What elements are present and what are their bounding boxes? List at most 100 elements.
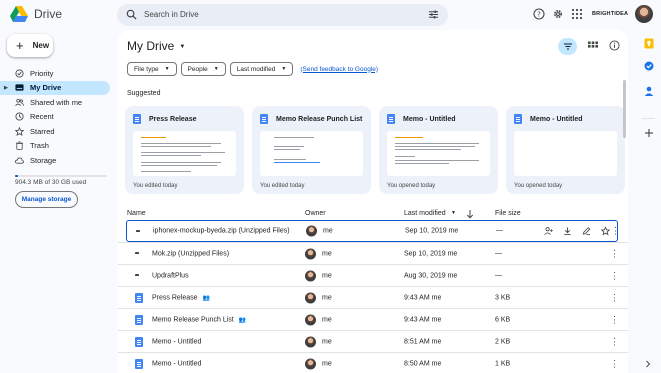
search-options-icon[interactable]: [428, 9, 439, 20]
file-owner: me: [305, 314, 332, 325]
column-last-modified[interactable]: Last modified: [404, 210, 446, 217]
sidebar-item-starred[interactable]: Starred: [0, 124, 112, 139]
column-owner[interactable]: Owner: [305, 210, 326, 217]
owner-name: me: [322, 250, 332, 257]
suggested-card[interactable]: Press Release You edited today: [125, 106, 244, 194]
shared-with-me-icon: [15, 98, 24, 106]
card-header: Memo Release Punch List: [260, 114, 362, 124]
card-activity: You opened today: [387, 183, 436, 189]
table-row[interactable]: Memo - Untitled me 8:50 AM me 1 KB ⋮: [118, 352, 628, 373]
sidebar-item-shared-with-me[interactable]: Shared with me: [0, 95, 112, 110]
keep-notes-icon[interactable]: [644, 38, 654, 49]
table-row[interactable]: Press Release 👥 me 9:43 AM me 3 KB ⋮: [118, 286, 628, 308]
card-activity: You edited today: [260, 183, 305, 189]
cloud-icon: [15, 157, 24, 164]
file-modified: Sep 10, 2019 me: [405, 227, 459, 235]
file-name: iphonex-mockup-byeda.zip (Unzipped Files…: [153, 228, 290, 235]
help-icon[interactable]: ?: [533, 8, 545, 20]
storage-usage-text: 904.3 MB of 30 GB used: [15, 179, 87, 186]
plus-icon: +: [16, 38, 24, 53]
column-name[interactable]: Name: [127, 210, 146, 217]
owner-avatar: [305, 270, 316, 281]
page-title: My Drive: [127, 39, 175, 53]
expand-caret-icon[interactable]: ▶: [4, 85, 8, 91]
search-icon[interactable]: [126, 9, 137, 20]
file-name: Memo - Untitled: [152, 338, 201, 345]
file-name: UpdraftPlus: [152, 272, 189, 279]
chevron-down-icon: ▼: [164, 66, 170, 72]
new-button[interactable]: + New: [7, 34, 53, 57]
info-icon[interactable]: [609, 40, 620, 51]
sidebar-item-priority[interactable]: Priority: [0, 66, 112, 81]
filter-file-type[interactable]: File type ▼: [127, 62, 177, 76]
star-icon[interactable]: [601, 226, 610, 236]
search-input[interactable]: Search in Drive: [144, 10, 199, 19]
rename-pencil-icon[interactable]: [582, 227, 591, 236]
contacts-icon[interactable]: [644, 86, 654, 96]
table-row[interactable]: UpdraftPlus me Aug 30, 2019 me — ⋮: [118, 264, 628, 286]
star-icon: [15, 126, 24, 136]
clock-icon: [15, 112, 24, 121]
file-size: 2 KB: [495, 338, 511, 345]
google-doc-icon: [135, 292, 143, 303]
settings-gear-icon[interactable]: [552, 8, 564, 20]
grid-view-icon[interactable]: [588, 41, 598, 51]
more-actions-icon[interactable]: ⋮: [611, 226, 620, 237]
owner-avatar: [305, 314, 316, 325]
suggested-card[interactable]: Memo - Untitled You opened today: [379, 106, 498, 194]
send-feedback-link[interactable]: (Send feedback to Google): [300, 66, 378, 73]
drive-logo-link[interactable]: Drive: [10, 6, 62, 22]
sidebar-item-label: Recent: [30, 112, 54, 122]
filter-last-modified[interactable]: Last modified ▼: [229, 62, 294, 76]
google-doc-icon: [260, 114, 268, 124]
owner-name: me: [322, 272, 332, 279]
filter-bar: File type ▼ People ▼ Last modified ▼ (Se…: [127, 62, 378, 76]
filter-label: Last modified: [236, 65, 276, 73]
sort-direction-arrow-icon[interactable]: [466, 209, 474, 219]
chevron-down-icon: ▼: [281, 66, 287, 72]
more-actions-icon[interactable]: ⋮: [610, 292, 619, 303]
more-actions-icon[interactable]: ⋮: [610, 314, 619, 325]
check-list-icon: [563, 43, 572, 50]
manage-storage-button[interactable]: Manage storage: [15, 191, 78, 208]
file-owner: me: [305, 270, 332, 281]
owner-avatar: [305, 358, 316, 369]
google-doc-icon: [135, 314, 143, 325]
owner-name: me: [322, 316, 332, 323]
sidebar-item-recent[interactable]: Recent: [0, 110, 112, 125]
main-scrollbar[interactable]: [623, 80, 626, 138]
sort-dropdown-icon[interactable]: ▼: [451, 210, 456, 216]
sidebar-item-trash[interactable]: Trash: [0, 139, 112, 154]
google-doc-icon: [133, 114, 141, 124]
tasks-icon[interactable]: [644, 61, 654, 71]
apps-grid-icon[interactable]: [571, 8, 583, 20]
table-row[interactable]: Mok.zip (Unzipped Files) me Sep 10, 2019…: [118, 242, 628, 264]
suggested-card[interactable]: Memo Release Punch List You edited today: [252, 106, 371, 194]
suggested-card[interactable]: Memo - Untitled You opened today: [506, 106, 625, 194]
table-row[interactable]: iphonex-mockup-byeda.zip (Unzipped Files…: [126, 220, 620, 242]
sidebar-nav: Priority ▶ My Drive Shared with me Recen…: [0, 66, 112, 168]
sidebar-item-my-drive[interactable]: ▶ My Drive: [0, 80, 110, 95]
sidebar-item-label: Starred: [30, 126, 55, 136]
chevron-right-icon[interactable]: [644, 360, 652, 368]
document-thumbnail: [260, 131, 363, 176]
more-actions-icon[interactable]: ⋮: [610, 248, 619, 259]
page-title-menu[interactable]: My Drive ▼: [127, 39, 185, 53]
download-icon[interactable]: [563, 227, 572, 236]
more-actions-icon[interactable]: ⋮: [610, 270, 619, 281]
table-row[interactable]: Memo - Untitled me 8:51 AM me 2 KB ⋮: [118, 330, 628, 352]
column-file-size[interactable]: File size: [495, 210, 521, 217]
file-size: 6 KB: [495, 316, 511, 323]
search-bar[interactable]: Search in Drive: [117, 4, 448, 26]
add-addon-plus-icon[interactable]: [644, 128, 654, 138]
list-view-toggle[interactable]: [558, 38, 577, 55]
file-modified: 9:43 AM me: [404, 294, 442, 301]
share-person-add-icon[interactable]: [544, 227, 553, 236]
file-owner: me: [305, 336, 332, 347]
filter-people[interactable]: People ▼: [180, 62, 226, 76]
sidebar-item-storage[interactable]: Storage: [0, 153, 112, 168]
more-actions-icon[interactable]: ⋮: [610, 358, 619, 369]
account-avatar[interactable]: [635, 5, 653, 23]
more-actions-icon[interactable]: ⋮: [610, 336, 619, 347]
table-row[interactable]: Memo Release Punch List 👥 me 9:43 AM me 6…: [118, 308, 628, 330]
